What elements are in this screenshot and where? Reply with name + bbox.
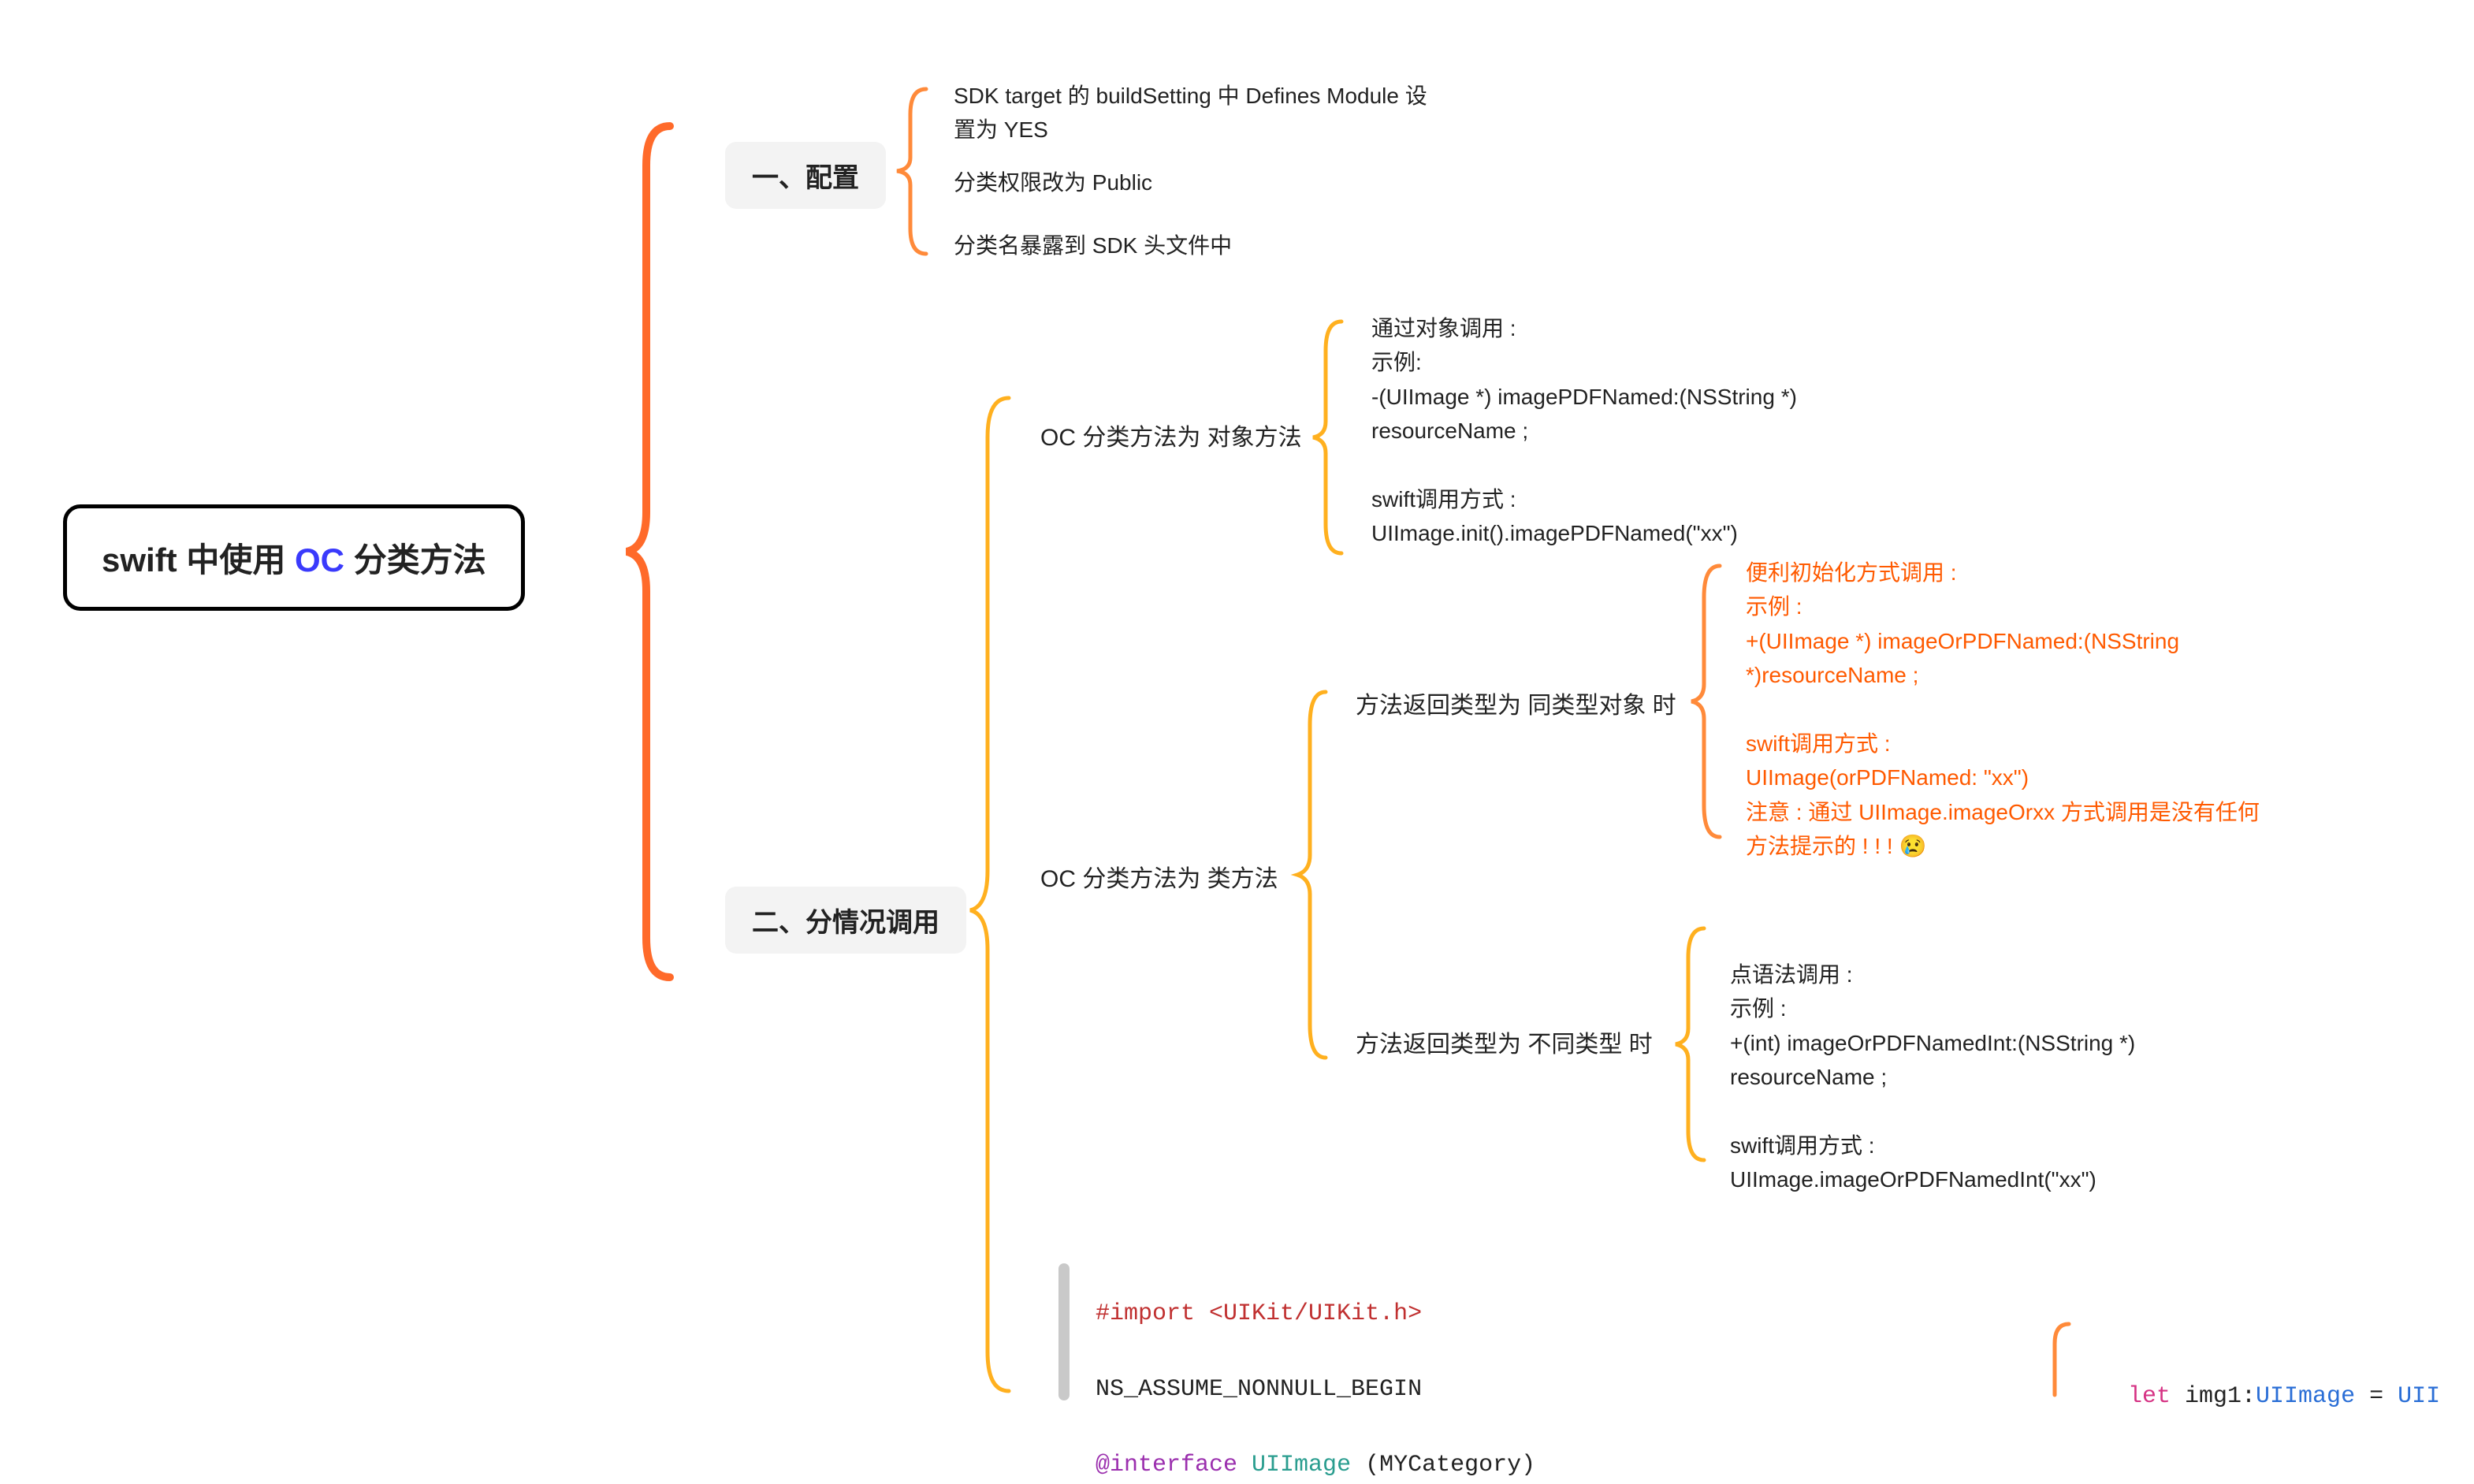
sub-1-brace <box>1687 560 1730 843</box>
code-r1a: let <box>2128 1383 2171 1410</box>
code-l1b: <UIKit/UIKit.h> <box>1209 1300 1422 1327</box>
code-left-bar <box>1048 1269 1080 1395</box>
sub-1-leaf: 便利初始化方式调用 : 示例 : +(UIImage *) imageOrPDF… <box>1746 556 2266 864</box>
sub-same-type[interactable]: 方法返回类型为 同类型对象 时 <box>1356 686 1676 720</box>
section-2-title: 二、分情况调用 <box>752 908 939 938</box>
branch-1-leaf: 通过对象调用 : 示例: -(UIImage *) imagePDFNamed:… <box>1371 311 1860 551</box>
section-1-title: 一、配置 <box>752 163 859 193</box>
root-text-2: 中使用 <box>186 541 295 578</box>
branch-1-brace <box>1308 315 1352 560</box>
section-1-node[interactable]: 一、配置 <box>725 142 886 209</box>
code-r1d: = <box>2355 1383 2398 1410</box>
sub-2-leaf: 点语法调用 : 示例 : +(int) imageOrPDFNamedInt:(… <box>1730 958 2234 1197</box>
code-l3a: @interface <box>1096 1452 1252 1478</box>
branch-2-brace <box>1293 686 1336 1064</box>
code-l2: NS_ASSUME_NONNULL_BEGIN <box>1096 1376 1422 1403</box>
code-r1e: UII <box>2398 1383 2440 1410</box>
root-node[interactable]: swift 中使用 OC 分类方法 <box>63 504 525 611</box>
section-1-item-3: 分类名暴露到 SDK 头文件中 <box>954 229 1232 262</box>
root-text-4: 分类方法 <box>354 541 486 578</box>
root-text-3: OC <box>295 541 354 578</box>
code-l3b: UIImage <box>1252 1452 1365 1478</box>
section-1-item-1: SDK target 的 buildSetting 中 Defines Modu… <box>954 79 1442 147</box>
root-brace <box>623 118 686 985</box>
branch-object-method[interactable]: OC 分类方法为 对象方法 <box>1040 418 1302 452</box>
code-l3c: (MYCategory) <box>1365 1452 1535 1478</box>
code-right-bar <box>2045 1324 2077 1395</box>
branch-class-method[interactable]: OC 分类方法为 类方法 <box>1040 859 1278 894</box>
code-right-block: let img1:UIImage = UII <box>2128 1340 2440 1415</box>
code-left-block: #import <UIKit/UIKit.h> NS_ASSUME_NONNUL… <box>1096 1257 1535 1484</box>
section-2-node[interactable]: 二、分情况调用 <box>725 887 966 954</box>
root-text-1: swift <box>102 541 186 578</box>
section-1-brace <box>891 83 938 260</box>
sub-2-brace <box>1671 922 1714 1166</box>
section-1-item-2: 分类权限改为 Public <box>954 166 1152 199</box>
code-r1c: UIImage <box>2256 1383 2355 1410</box>
code-r1b: img1: <box>2171 1383 2256 1410</box>
sub-diff-type[interactable]: 方法返回类型为 不同类型 时 <box>1356 1025 1653 1059</box>
section-2-brace <box>965 390 1021 1399</box>
code-l1a: #import <box>1096 1300 1209 1327</box>
